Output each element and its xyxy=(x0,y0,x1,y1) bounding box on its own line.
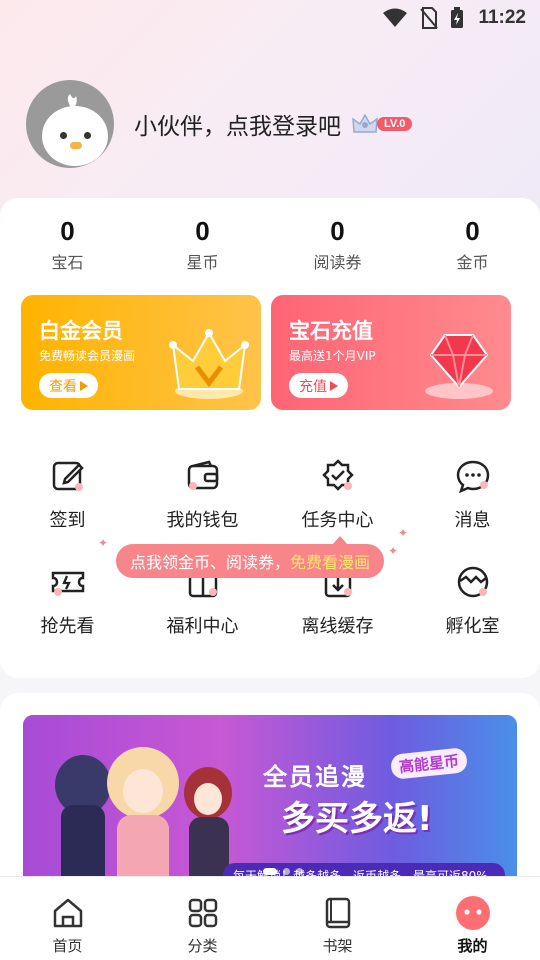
stat-value: 0 xyxy=(465,216,480,246)
carousel-indicator xyxy=(263,868,303,875)
crown-icon xyxy=(352,113,378,133)
promo-banner[interactable]: 全员追漫 高能星币 多买多返! 每天解锁！越多越多，返币越多，最高可返80% xyxy=(23,715,517,895)
wifi-icon xyxy=(382,8,408,28)
battery-charging-icon xyxy=(450,7,464,29)
play-arrow-icon xyxy=(80,380,88,391)
banner-slogan-line2: 多买多返! xyxy=(281,799,433,839)
account-card: 0 宝石 0 星币 0 阅读券 0 金币 白金会员 免费畅读会员漫画 查看 宝石… xyxy=(0,198,540,678)
stat-label: 阅读券 xyxy=(313,253,362,272)
gem-recharge-card[interactable]: 宝石充值 最高送1个月VIP 充值 xyxy=(271,295,511,410)
sparkle-icon: ✦ xyxy=(98,536,109,550)
status-time: 11:22 xyxy=(478,7,526,28)
tab-label: 分类 xyxy=(187,937,218,955)
grid-item-early-access[interactable]: 抢先看 xyxy=(0,562,135,668)
stat-star-coins[interactable]: 0 星币 xyxy=(135,216,270,273)
grid-label: 离线缓存 xyxy=(301,616,374,637)
bottom-tab-bar: 首页 分类 书架 我的 xyxy=(0,876,540,960)
stat-label: 金币 xyxy=(456,253,489,272)
tab-bookshelf[interactable]: 书架 xyxy=(270,877,405,960)
tab-profile[interactable]: 我的 xyxy=(405,877,540,960)
stat-label: 星币 xyxy=(186,253,219,272)
grid-item-incubator[interactable]: 孵化室 xyxy=(405,562,540,668)
carousel-dot-active xyxy=(263,868,277,875)
badge-check-icon xyxy=(321,459,354,491)
stat-value: 0 xyxy=(330,216,345,246)
chat-bubble-icon xyxy=(456,460,489,494)
asset-stats: 0 宝石 0 星币 0 阅读券 0 金币 xyxy=(0,216,540,273)
grid-item-checkin[interactable]: 签到 xyxy=(0,456,135,562)
view-vip-button[interactable]: 查看 xyxy=(39,373,98,398)
stat-gems[interactable]: 0 宝石 xyxy=(0,216,135,273)
promo-subtitle: 免费畅读会员漫画 xyxy=(39,349,136,363)
crown-icon xyxy=(169,329,249,399)
profile-icon xyxy=(455,896,490,930)
grid-label: 抢先看 xyxy=(40,616,95,637)
tab-label: 书架 xyxy=(322,937,353,955)
grid-label: 签到 xyxy=(49,510,86,531)
tab-label: 首页 xyxy=(52,937,83,955)
tooltip-highlight: 免费看漫画 xyxy=(290,553,371,572)
stat-gold-coins[interactable]: 0 金币 xyxy=(405,216,540,273)
button-label: 充值 xyxy=(299,378,327,395)
carousel-dot xyxy=(283,868,290,875)
ticket-icon xyxy=(51,571,84,596)
wallet-icon xyxy=(187,460,218,490)
level-badge: LV.0 xyxy=(351,112,413,136)
gem-icon xyxy=(425,334,493,399)
grid-label: 消息 xyxy=(454,510,491,531)
stat-reading-vouchers[interactable]: 0 阅读券 xyxy=(270,216,405,273)
recharge-button[interactable]: 充值 xyxy=(289,373,348,398)
login-prompt[interactable]: 小伙伴，点我登录吧 xyxy=(134,107,341,141)
grid-label: 任务中心 xyxy=(301,510,374,531)
stat-value: 0 xyxy=(60,216,75,246)
bookshelf-icon xyxy=(325,897,350,929)
characters-illustration xyxy=(55,747,232,895)
promo-subtitle: 最高送1个月VIP xyxy=(289,349,376,363)
play-arrow-icon xyxy=(330,380,338,391)
grid-label: 福利中心 xyxy=(166,616,239,637)
carousel-dot xyxy=(296,868,303,875)
sparkle-icon: ✦ xyxy=(388,544,399,558)
sparkle-icon: ✦ xyxy=(398,526,409,540)
avatar[interactable] xyxy=(26,80,114,168)
grid-label: 我的钱包 xyxy=(166,510,239,531)
level-tag: LV.0 xyxy=(377,117,413,131)
button-label: 查看 xyxy=(49,378,77,395)
banner-slogan-line1: 全员追漫 xyxy=(263,763,367,791)
tooltip-text: 点我领金币、阅读券， xyxy=(130,553,291,572)
no-sim-icon xyxy=(420,7,439,29)
grid-icon xyxy=(188,898,217,928)
stat-value: 0 xyxy=(195,216,210,246)
promo-title: 白金会员 xyxy=(39,319,123,343)
stat-label: 宝石 xyxy=(51,253,84,272)
tab-home[interactable]: 首页 xyxy=(0,877,135,960)
tab-label: 我的 xyxy=(457,937,488,955)
grid-label: 孵化室 xyxy=(445,616,500,637)
grid-item-messages[interactable]: 消息 xyxy=(405,456,540,562)
profile-header[interactable]: 小伙伴，点我登录吧 LV.0 xyxy=(26,80,413,168)
status-bar: 11:22 xyxy=(0,0,540,36)
banner-section: 全员追漫 高能星币 多买多返! 每天解锁！越多越多，返币越多，最高可返80% xyxy=(0,693,540,895)
egg-icon xyxy=(457,566,488,598)
banner-tag: 高能星币 xyxy=(389,747,469,780)
reward-tooltip[interactable]: 点我领金币、阅读券， 免费看漫画 xyxy=(116,544,385,578)
vip-membership-card[interactable]: 白金会员 免费畅读会员漫画 查看 xyxy=(21,295,261,410)
tab-category[interactable]: 分类 xyxy=(135,877,270,960)
promo-title: 宝石充值 xyxy=(289,319,373,343)
edit-icon xyxy=(52,461,84,491)
home-icon xyxy=(53,898,82,928)
